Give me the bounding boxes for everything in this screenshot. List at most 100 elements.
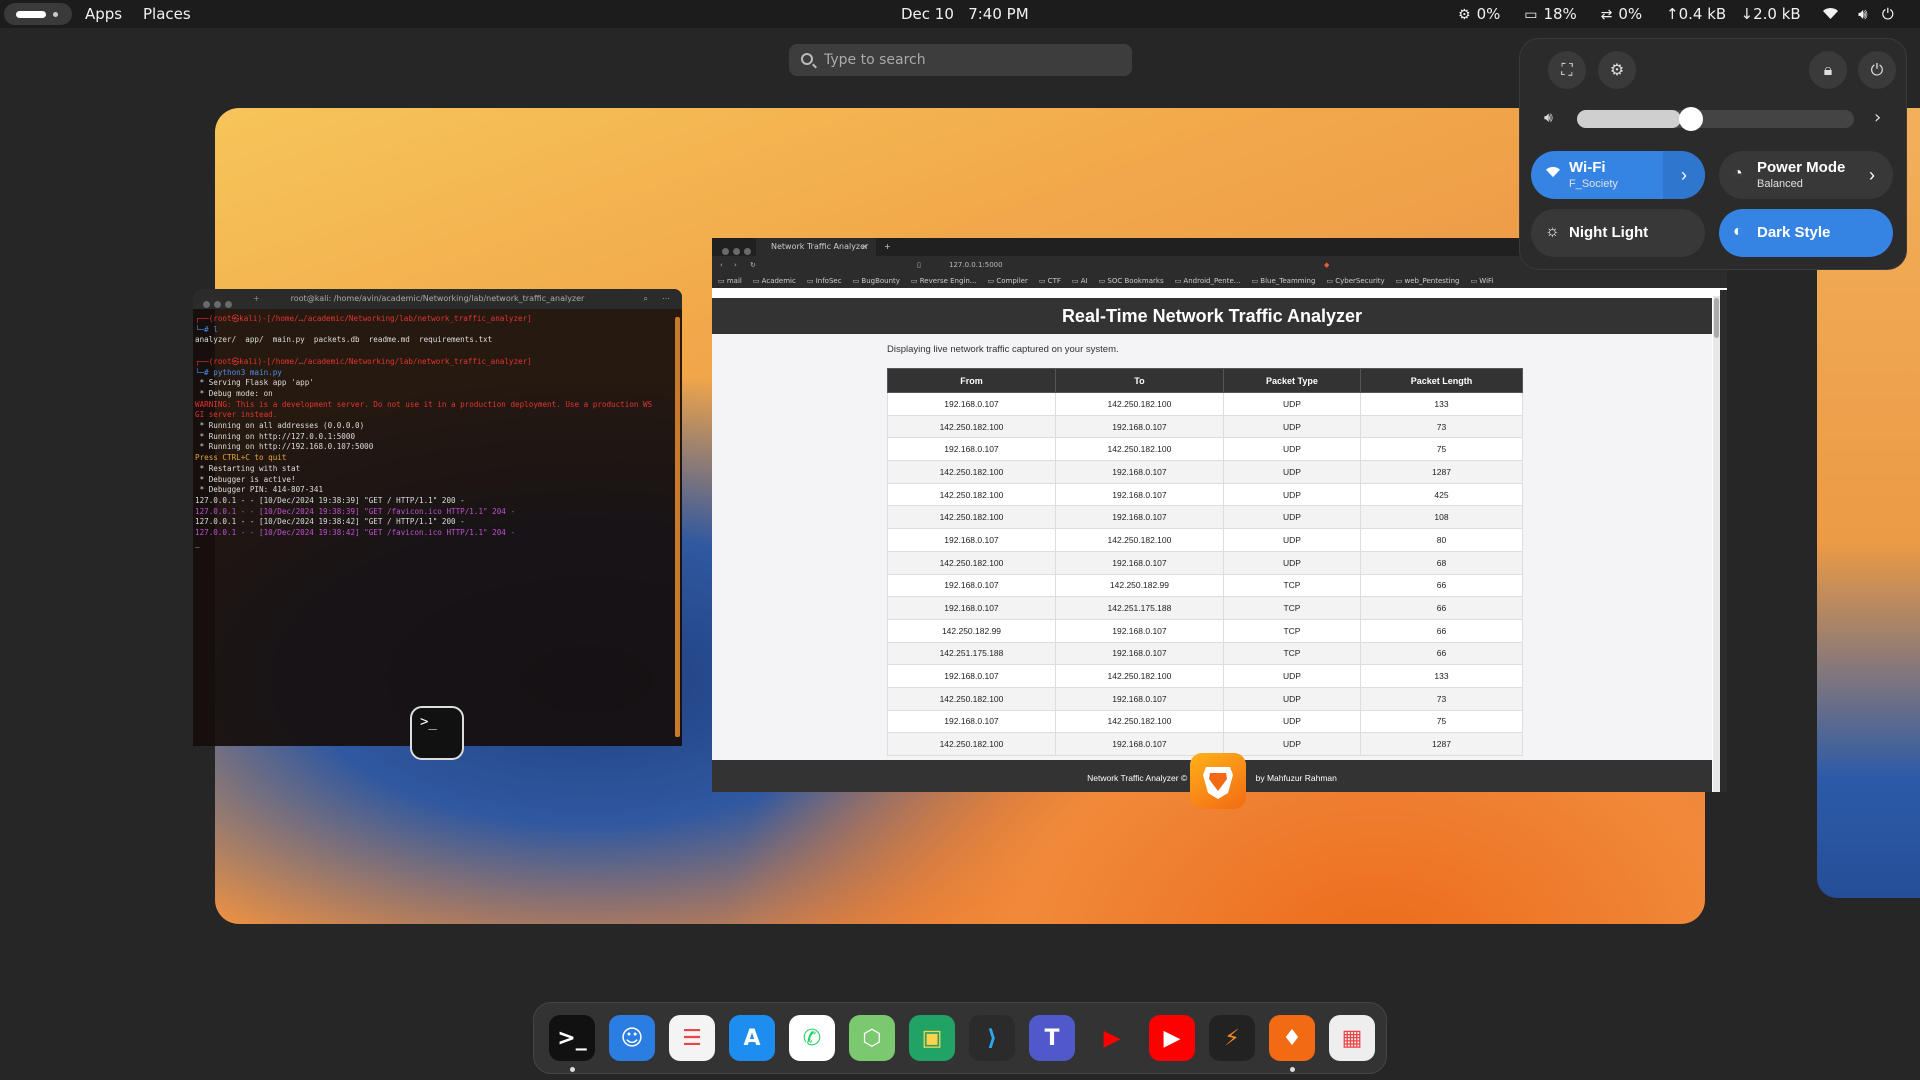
table-row: 142.250.182.100 192.168.0.107 UDP 73: [887, 414, 1524, 439]
browser-tab[interactable]: Network Traffic Analyzer ×: [756, 238, 876, 256]
youtube-dock-icon[interactable]: ▶: [1089, 1015, 1135, 1061]
terminal-dock-icon[interactable]: >_: [549, 1015, 595, 1061]
lock-button[interactable]: 🔒︎: [1809, 51, 1847, 89]
back-icon[interactable]: ‹: [720, 256, 723, 274]
volume-knob[interactable]: [1679, 107, 1704, 131]
teams-dock-icon[interactable]: T: [1029, 1015, 1075, 1061]
bookmark-folder[interactable]: ▭ Academic: [753, 277, 796, 285]
table-cell: 80: [1359, 528, 1524, 552]
reminders-dock-icon[interactable]: ☰: [669, 1015, 715, 1061]
terminal-line: WARNING: This is a development server. D…: [195, 399, 653, 409]
tab-title: Network Traffic Analyzer: [771, 242, 869, 251]
terminal-menu-icon[interactable]: ⋯: [662, 289, 670, 309]
table-cell: UDP: [1222, 392, 1361, 416]
terminal-app-icon[interactable]: >_: [410, 706, 464, 760]
browser-window[interactable]: Network Traffic Analyzer × + ‹ › ↻ ▯ 127.…: [712, 238, 1727, 792]
terminal-window[interactable]: + root@kali: /home/avin/academic/Network…: [193, 289, 682, 746]
table-cell: 142.250.182.100: [887, 505, 1056, 530]
bookmark-folder[interactable]: ▭ web_Pentesting: [1396, 277, 1460, 285]
page-scrollbar[interactable]: [1713, 296, 1720, 792]
tab-close-icon[interactable]: ×: [861, 238, 868, 256]
terminal-line: _: [195, 538, 200, 548]
settings-button[interactable]: ⚙: [1598, 51, 1636, 89]
wifi-toggle[interactable]: Wi-Fi F_Society ›: [1531, 151, 1705, 199]
table-cell: 142.250.182.100: [887, 732, 1056, 756]
table-cell: TCP: [1222, 641, 1361, 666]
places-menu[interactable]: Places: [143, 0, 191, 28]
bookmark-folder[interactable]: ▭ AI: [1072, 277, 1088, 285]
system-indicators[interactable]: 🔊︎ ⏻: [1822, 0, 1894, 28]
activities-button[interactable]: [4, 3, 72, 25]
table-cell: 192.168.0.107: [1054, 732, 1224, 756]
upload-value: 0.4 kB: [1678, 5, 1727, 23]
youtube-music-dock-icon[interactable]: ▶: [1149, 1015, 1195, 1061]
table-cell: 108: [1359, 505, 1524, 530]
sublime-merge-dock-icon[interactable]: ⚡: [1209, 1015, 1255, 1061]
vscode-dock-icon[interactable]: ⟩: [969, 1015, 1015, 1061]
system-monitor[interactable]: ⚙ 0% ▭ 18% ⇄ 0% ↑0.4 kB ↓2.0 kB: [1458, 0, 1801, 28]
night-light-toggle[interactable]: ☼ Night Light: [1531, 209, 1705, 257]
footer-right: by Mahfuzur Rahman: [1255, 773, 1337, 783]
column-header: Packet Type: [1222, 368, 1361, 393]
power-mode-toggle[interactable]: ◔ Power Mode Balanced ›: [1719, 151, 1893, 199]
table-cell: 66: [1359, 573, 1524, 598]
dark-style-toggle[interactable]: ◐ Dark Style: [1719, 209, 1893, 257]
window-controls[interactable]: [203, 296, 236, 316]
apps-menu[interactable]: Apps: [85, 0, 122, 28]
wifi-menu-arrow[interactable]: ›: [1663, 151, 1705, 199]
app-grid-dock-icon[interactable]: ▦: [1329, 1015, 1375, 1061]
bookmark-icon[interactable]: ▯: [917, 256, 921, 274]
bookmark-folder[interactable]: ▭ Blue_Teamming: [1251, 277, 1315, 285]
table-cell: 73: [1359, 414, 1524, 439]
volume-icon: 🔊︎: [1858, 5, 1868, 23]
boxes-dock-icon[interactable]: ⬡: [849, 1015, 895, 1061]
bookmark-folder[interactable]: ▭ BugBounty: [853, 277, 900, 285]
bookmark-folder[interactable]: ▭ CyberSecurity: [1326, 277, 1384, 285]
screenshot-icon: ⛶: [1561, 60, 1573, 79]
bookmark-folder[interactable]: ▭ Compiler: [987, 277, 1027, 285]
table-cell: UDP: [1222, 482, 1361, 507]
forward-icon[interactable]: ›: [734, 256, 737, 274]
new-tab-icon[interactable]: +: [253, 289, 260, 309]
new-tab-icon[interactable]: +: [884, 238, 891, 256]
brave-dock-icon[interactable]: ♦: [1269, 1015, 1315, 1061]
address-bar[interactable]: 127.0.0.1:5000: [937, 259, 1317, 271]
volume-slider[interactable]: [1577, 107, 1854, 131]
reload-icon[interactable]: ↻: [750, 256, 756, 274]
bookmark-folder[interactable]: ▭ Android_Pente...: [1175, 277, 1241, 285]
whatsapp-dock-icon[interactable]: ✆: [789, 1015, 835, 1061]
night-light-icon: ☼: [1545, 223, 1560, 240]
classroom-dock-icon[interactable]: ▣: [909, 1015, 955, 1061]
terminal-search-icon[interactable]: ⌕: [644, 289, 648, 309]
power-off-button[interactable]: ⏻: [1858, 51, 1896, 89]
bookmark-folder[interactable]: ▭ Reverse Engin...: [911, 277, 977, 285]
table-cell: TCP: [1222, 573, 1361, 598]
terminal-line: * Serving Flask app 'app': [195, 378, 314, 388]
finder-dock-icon[interactable]: ☺: [609, 1015, 655, 1061]
table-cell: 142.250.182.100: [1054, 392, 1224, 416]
upload-icon: ↑: [1666, 5, 1679, 23]
output-chevron-icon[interactable]: ›: [1874, 107, 1881, 128]
bookmark-folder[interactable]: ▭ WiFi: [1470, 277, 1493, 285]
app-store-dock-icon[interactable]: A: [729, 1015, 775, 1061]
terminal-output[interactable]: ┌──(root㉿kali)-[/home/…/academic/Network…: [193, 309, 682, 554]
screenshot-button[interactable]: ⛶: [1548, 51, 1586, 89]
bookmark-folder[interactable]: ▭ SOC Bookmarks: [1099, 277, 1164, 285]
terminal-line: 127.0.0.1 - - [10/Dec/2024 19:38:42] "GE…: [195, 528, 516, 538]
terminal-scrollbar[interactable]: [675, 317, 680, 737]
search-input[interactable]: Type to search: [789, 44, 1132, 76]
top-bar: Apps Places Dec 10 7:40 PM ⚙ 0% ▭ 18% ⇄ 0% …: [0, 0, 1920, 28]
brave-shield-icon[interactable]: ◆: [1324, 256, 1329, 274]
running-indicator: [1290, 1067, 1295, 1072]
table-cell: 192.168.0.107: [887, 709, 1056, 734]
table-header: From To Packet Type Packet Length: [887, 368, 1524, 393]
brave-app-icon[interactable]: [1190, 753, 1246, 809]
bookmark-folder[interactable]: ▭ CTF: [1039, 277, 1061, 285]
table-cell: 142.250.182.100: [887, 686, 1056, 711]
bookmark-folder[interactable]: ▭ mail: [718, 277, 742, 285]
table-cell: 192.168.0.107: [1054, 482, 1224, 507]
bookmark-folder[interactable]: ▭ InfoSec: [807, 277, 842, 285]
terminal-titlebar[interactable]: + root@kali: /home/avin/academic/Network…: [193, 289, 682, 309]
clock[interactable]: Dec 10 7:40 PM: [901, 0, 1029, 28]
power-mode-arrow[interactable]: ›: [1851, 151, 1893, 199]
